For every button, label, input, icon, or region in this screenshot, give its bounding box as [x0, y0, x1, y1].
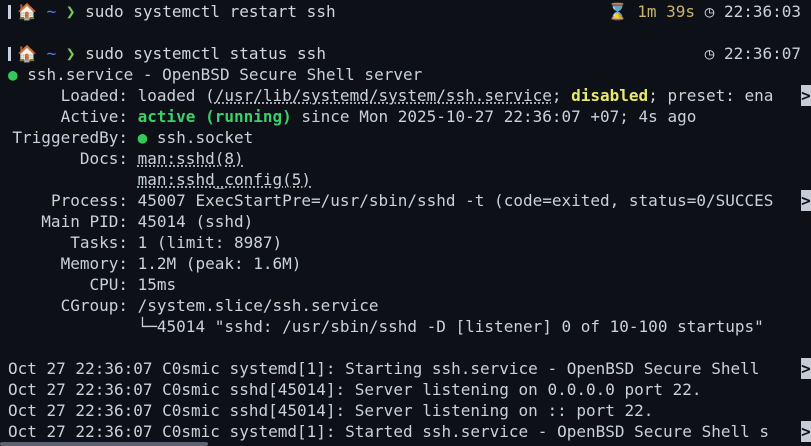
service-title: ssh.service - OpenBSD Secure Shell serve… — [27, 65, 423, 84]
mainpid-line: Main PID: 45014 (sshd) — [8, 211, 253, 232]
prompt-segment-edge — [8, 47, 11, 61]
truncation-marker: > — [801, 190, 811, 211]
loaded-prefix: loaded ( — [137, 86, 215, 105]
truncation-marker: > — [801, 85, 811, 106]
tasks-line: Tasks: 1 (limit: 8987) — [8, 232, 282, 253]
truncation-marker: > — [801, 358, 811, 379]
cgroup-value: /system.slice/ssh.service — [137, 296, 379, 315]
loaded-line: Loaded: loaded (/usr/lib/systemd/system/… — [8, 85, 774, 106]
cpu-label: CPU: — [89, 275, 128, 294]
process-line: Process: 45007 ExecStartPre=/usr/sbin/ss… — [8, 190, 773, 211]
clock-icon: ◷ — [704, 2, 715, 21]
cpu-line: CPU: 15ms — [8, 274, 176, 295]
prompt-time: 22:36:03 — [723, 2, 801, 21]
unit-file-path[interactable]: /usr/lib/systemd/system/ssh.service — [215, 86, 552, 105]
prompt-segment-edge — [8, 5, 11, 19]
home-icon: 🏠 — [17, 2, 37, 21]
home-icon: 🏠 — [17, 44, 37, 63]
cwd-tilde: ~ — [46, 44, 57, 63]
mainpid-label: Main PID: — [41, 212, 128, 231]
log-line: Oct 27 22:36:07 C0smic systemd[1]: Start… — [8, 422, 769, 441]
loaded-label: Loaded: — [60, 86, 128, 105]
log-line: Oct 27 22:36:07 C0smic sshd[45014]: Serv… — [8, 401, 654, 420]
memory-line: Memory: 1.2M (peak: 1.6M) — [8, 253, 302, 274]
active-label: Active: — [60, 107, 128, 126]
docs-label: Docs: — [79, 149, 128, 168]
prompt-arrow-icon: ❯ — [65, 2, 76, 21]
triggered-value: ssh.socket — [156, 128, 254, 147]
docs-link-sshd[interactable]: man:sshd(8) — [138, 149, 244, 168]
service-title-line: ● ssh.service - OpenBSD Secure Shell ser… — [8, 64, 422, 85]
active-since: since Mon 2025-10-27 22:36:07 +07; 4s ag… — [291, 107, 697, 126]
active-line: Active: active (running) since Mon 2025-… — [8, 106, 697, 127]
docs-link-sshd-config[interactable]: man:sshd_config(5) — [138, 170, 311, 189]
status-dot-icon: ● — [8, 65, 18, 84]
docs-line-2: man:sshd_config(5) — [8, 169, 311, 190]
tasks-value: 1 (limit: 8987) — [137, 233, 283, 252]
tasks-label: Tasks: — [70, 233, 128, 252]
clock-icon: ◷ — [704, 44, 715, 63]
horizontal-scrollbar[interactable] — [0, 442, 208, 446]
socket-dot-icon: ● — [137, 128, 148, 147]
cwd-tilde: ~ — [46, 2, 57, 21]
cgroup-label: CGroup: — [60, 296, 128, 315]
hourglass-icon: ⌛ — [607, 2, 628, 21]
cgroup-child-process: └─45014 "sshd: /usr/sbin/sshd -D [listen… — [137, 317, 764, 336]
triggered-line: TriggeredBy: ● ssh.socket — [8, 127, 253, 148]
truncation-marker: > — [801, 421, 811, 442]
mainpid-value: 45014 (sshd) — [137, 212, 254, 231]
active-state: active (running) — [137, 107, 292, 126]
prompt-line-1: 🏠 ~ ❯ sudo systemctl restart ssh — [8, 1, 336, 22]
log-line: Oct 27 22:36:07 C0smic sshd[45014]: Serv… — [8, 380, 702, 399]
terminal-window[interactable]: 🏠 ~ ❯ sudo systemctl restart ssh ⌛ 1m 39… — [0, 0, 811, 446]
triggered-label: TriggeredBy: — [12, 128, 128, 147]
prompt-time: 22:36:07 — [723, 44, 801, 63]
command-text: sudo systemctl restart ssh — [85, 2, 336, 21]
command-text: sudo systemctl status ssh — [85, 44, 326, 63]
loaded-rest: ; preset: ena — [648, 86, 774, 105]
prompt-2-right-status: ◷ 22:36:07 — [705, 43, 801, 64]
docs-line: Docs: man:sshd(8) — [8, 148, 244, 169]
memory-label: Memory: — [60, 254, 128, 273]
loaded-separator: ; — [551, 86, 572, 105]
prompt-arrow-icon: ❯ — [65, 44, 76, 63]
cpu-value: 15ms — [137, 275, 177, 294]
enabled-state: disabled — [571, 86, 649, 105]
cgroup-line: CGroup: /system.slice/ssh.service — [8, 295, 379, 316]
prompt-line-2: 🏠 ~ ❯ sudo systemctl status ssh — [8, 43, 326, 64]
prompt-1-right-status: ⌛ 1m 39s ◷ 22:36:03 — [608, 1, 801, 22]
log-line: Oct 27 22:36:07 C0smic systemd[1]: Start… — [8, 359, 769, 378]
process-label: Process: — [50, 191, 128, 210]
memory-value: 1.2M (peak: 1.6M) — [137, 254, 302, 273]
process-value: 45007 ExecStartPre=/usr/sbin/sshd -t (co… — [137, 191, 774, 210]
cgroup-child-line: └─45014 "sshd: /usr/sbin/sshd -D [listen… — [8, 316, 764, 337]
command-duration: 1m 39s — [637, 2, 696, 21]
